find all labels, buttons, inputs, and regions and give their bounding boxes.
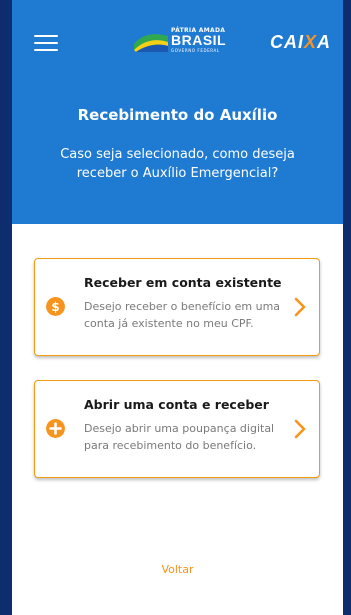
- option-title: Receber em conta existente: [84, 275, 282, 290]
- header: PÁTRIA AMADA BRASIL GOVERNO FEDERAL CAIX…: [12, 0, 343, 224]
- plus-icon: [46, 419, 65, 438]
- gov-logo-main-text: BRASIL: [171, 32, 227, 48]
- gov-logo-sub-text: GOVERNO FEDERAL: [171, 48, 220, 53]
- option-existing-account[interactable]: $ Receber em conta existente Desejo rece…: [34, 258, 320, 356]
- menu-icon[interactable]: [34, 35, 58, 51]
- caixa-logo: CAIXA: [270, 32, 332, 52]
- option-open-account[interactable]: Abrir uma conta e receber Desejo abrir u…: [34, 380, 320, 478]
- svg-text:$: $: [51, 300, 59, 314]
- option-description: Desejo receber o benefício em uma conta …: [84, 300, 281, 330]
- top-bar: PÁTRIA AMADA BRASIL GOVERNO FEDERAL CAIX…: [12, 18, 343, 62]
- option-title: Abrir uma conta e receber: [84, 397, 269, 412]
- back-link[interactable]: Voltar: [12, 563, 343, 576]
- page-subtitle: Caso seja selecionado, como deseja receb…: [60, 147, 295, 181]
- option-description: Desejo abrir uma poupança digital para r…: [84, 422, 275, 452]
- gov-brasil-logo: PÁTRIA AMADA BRASIL GOVERNO FEDERAL: [134, 27, 234, 55]
- chevron-right-icon: [294, 419, 306, 439]
- chevron-right-icon: [294, 297, 306, 317]
- page-title: Recebimento do Auxílio: [77, 106, 278, 124]
- app-screen: PÁTRIA AMADA BRASIL GOVERNO FEDERAL CAIX…: [12, 0, 343, 615]
- brazil-flag-icon: [134, 34, 168, 52]
- dollar-icon: $: [46, 297, 65, 316]
